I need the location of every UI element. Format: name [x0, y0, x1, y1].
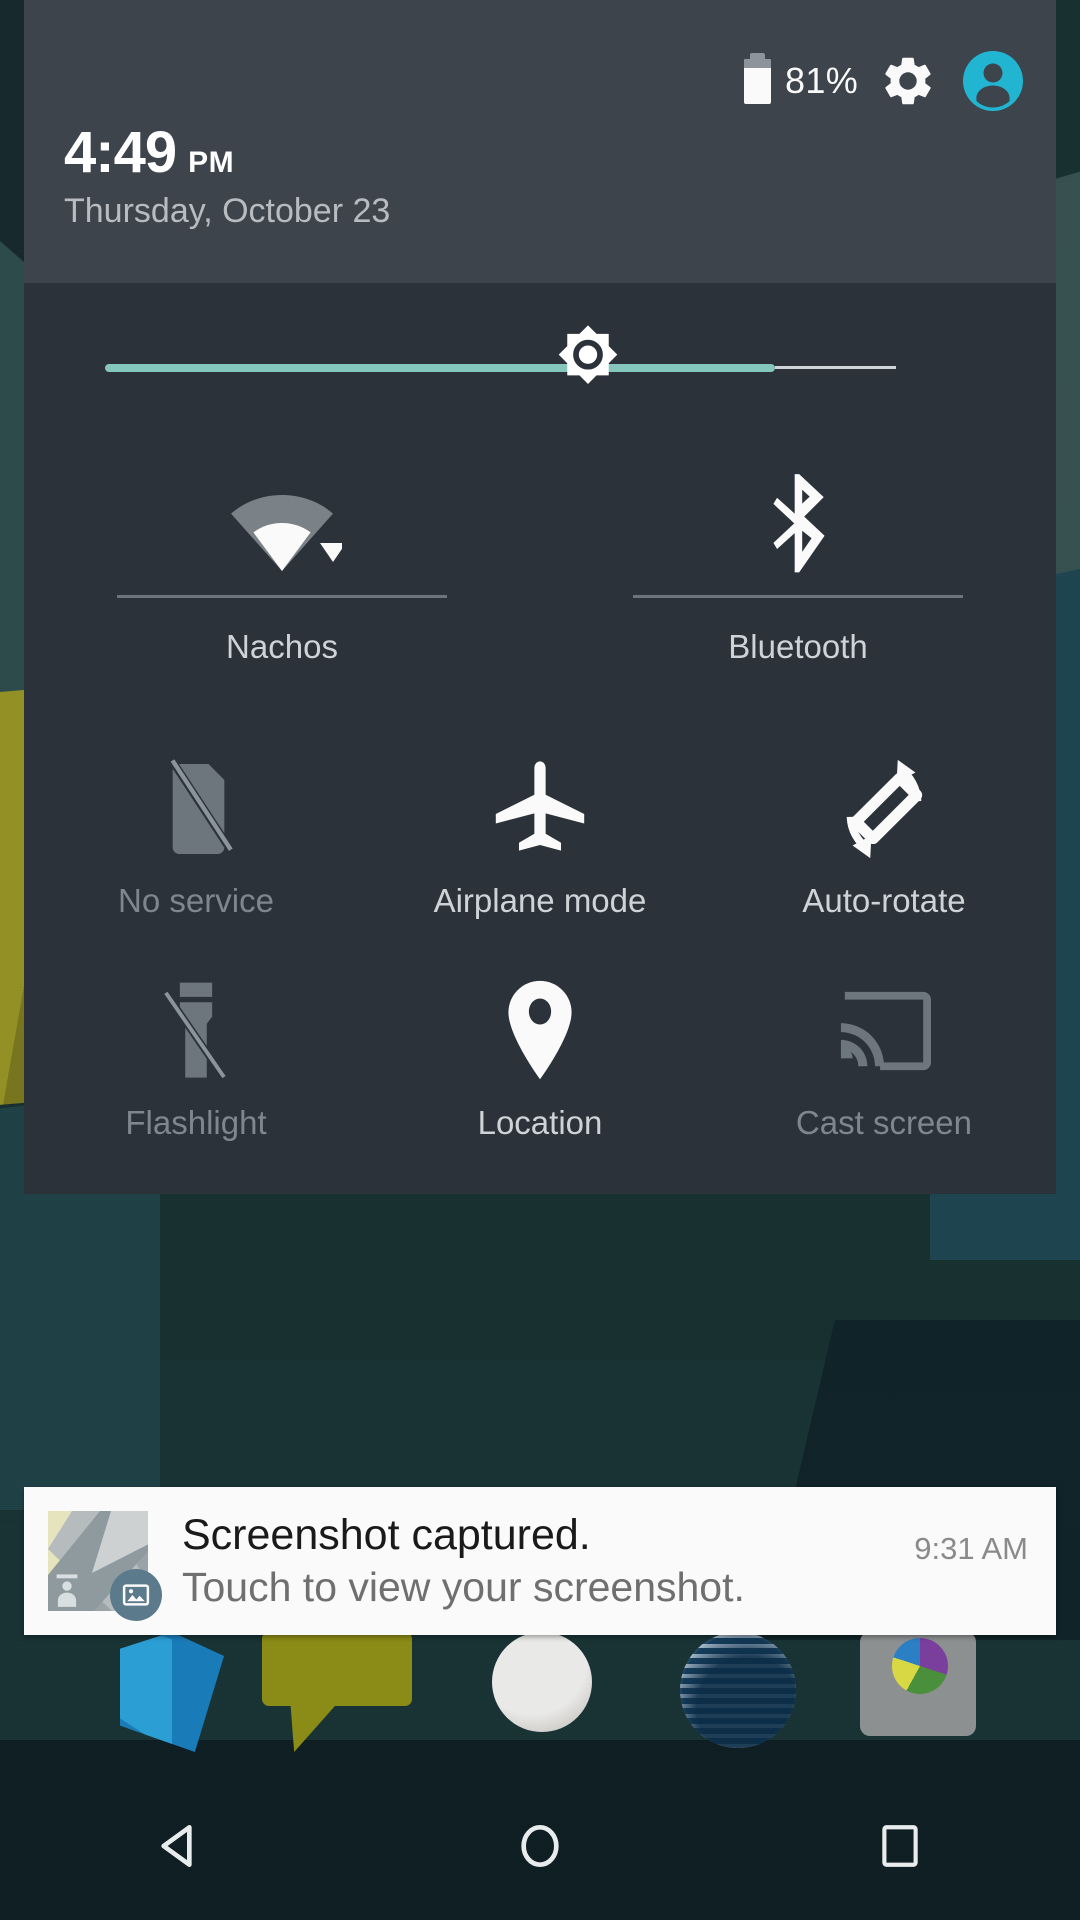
battery-percent-label: 81%	[785, 60, 858, 101]
quick-settings-body: Nachos Bluetooth No service Airplane mod…	[24, 283, 1056, 1194]
airplane-icon	[495, 761, 585, 851]
tile-wifi-icon-area	[24, 453, 540, 581]
clock-date: Thursday, October 23	[64, 192, 391, 230]
clock[interactable]: 4:49 PM	[64, 124, 234, 182]
brightness-track-filled	[105, 364, 775, 372]
tile-airplane-label: Airplane mode	[433, 882, 647, 919]
tile-no-service[interactable]: No service	[24, 750, 368, 920]
app-icon-circle[interactable]	[492, 1632, 592, 1732]
tile-row-connectivity: Nachos Bluetooth	[24, 453, 1056, 698]
notification-title: Screenshot captured.	[182, 1511, 591, 1560]
tile-flashlight-label: Flashlight	[125, 1104, 267, 1141]
brightness-slider[interactable]	[24, 283, 1056, 453]
notification-subtitle: Touch to view your screenshot.	[182, 1563, 745, 1610]
tile-airplane-mode[interactable]: Airplane mode	[368, 750, 712, 920]
tile-wifi[interactable]: Nachos	[24, 453, 540, 698]
tile-cast-screen[interactable]: Cast screen	[712, 972, 1056, 1142]
tile-cast-icon-area	[712, 972, 1056, 1090]
tile-divider	[117, 595, 447, 598]
tile-no-service-label: No service	[118, 882, 274, 919]
tile-bluetooth-icon-area	[540, 453, 1056, 581]
home-button[interactable]	[465, 1772, 615, 1920]
bluetooth-icon	[773, 474, 825, 573]
clock-ampm: PM	[188, 146, 235, 179]
app-icon-photos[interactable]	[860, 1632, 976, 1736]
tile-row-2: No service Airplane mode Auto-rotate	[24, 750, 1056, 920]
tile-flashlight[interactable]: Flashlight	[24, 972, 368, 1142]
tile-bluetooth-label: Bluetooth	[728, 628, 868, 665]
tile-row-3: Flashlight Location Cast screen	[24, 972, 1056, 1142]
tile-auto-rotate[interactable]: Auto-rotate	[712, 750, 1056, 920]
quick-settings-panel: 81% 4:49 PM Thursday, October 23 Nachos …	[24, 0, 1056, 1194]
battery-status: 81%	[744, 52, 858, 104]
tile-location-label: Location	[477, 1104, 603, 1141]
location-pin-icon	[508, 980, 572, 1080]
flashlight-off-icon	[161, 982, 227, 1079]
tile-airplane-icon-area	[368, 750, 712, 868]
app-icon-messages[interactable]	[262, 1632, 412, 1752]
settings-button[interactable]	[872, 45, 944, 117]
back-button[interactable]	[105, 1772, 255, 1920]
home-screen-app-row	[0, 1632, 1080, 1762]
notification-screenshot[interactable]: Screenshot captured. Touch to view your …	[24, 1487, 1056, 1635]
tile-wifi-label: Nachos	[226, 628, 338, 665]
wifi-icon	[231, 495, 342, 571]
tile-auto-rotate-label: Auto-rotate	[802, 882, 966, 919]
mini-person-icon	[56, 1574, 78, 1607]
photo-badge	[110, 1569, 162, 1621]
notification-time: 9:31 AM	[914, 1531, 1028, 1566]
photo-icon	[122, 1584, 150, 1606]
tile-location-icon-area	[368, 972, 712, 1090]
status-row: 81%	[744, 42, 1032, 120]
tile-cast-label: Cast screen	[795, 1104, 972, 1141]
tile-location[interactable]: Location	[368, 972, 712, 1142]
home-icon	[521, 1825, 559, 1867]
user-switch-button[interactable]	[954, 42, 1032, 120]
tile-bluetooth[interactable]: Bluetooth	[540, 453, 1056, 698]
cast-screen-icon	[840, 991, 931, 1071]
sim-off-icon	[166, 757, 234, 854]
tile-divider	[633, 595, 963, 598]
brightness-sun-icon[interactable]	[550, 323, 626, 399]
auto-rotate-icon	[846, 759, 923, 859]
app-icon-globe[interactable]	[680, 1632, 796, 1748]
navigation-bar	[0, 1772, 1080, 1920]
quick-settings-header: 81% 4:49 PM Thursday, October 23	[24, 0, 1056, 283]
tile-auto-rotate-icon-area	[712, 750, 1056, 868]
app-icon-maps[interactable]	[120, 1632, 224, 1752]
clock-time: 4:49	[64, 120, 177, 185]
screenshot-thumbnail	[48, 1511, 162, 1621]
battery-icon	[744, 52, 772, 104]
recents-icon	[882, 1825, 918, 1867]
back-icon	[161, 1825, 192, 1867]
brightness-track-remaining	[775, 366, 896, 369]
tile-no-service-icon-area	[24, 750, 368, 868]
recents-button[interactable]	[825, 1772, 975, 1920]
user-avatar-icon	[963, 51, 1023, 111]
notification-body: Screenshot captured. Touch to view your …	[182, 1511, 914, 1610]
tile-flashlight-icon-area	[24, 972, 368, 1090]
gear-icon	[885, 57, 931, 105]
